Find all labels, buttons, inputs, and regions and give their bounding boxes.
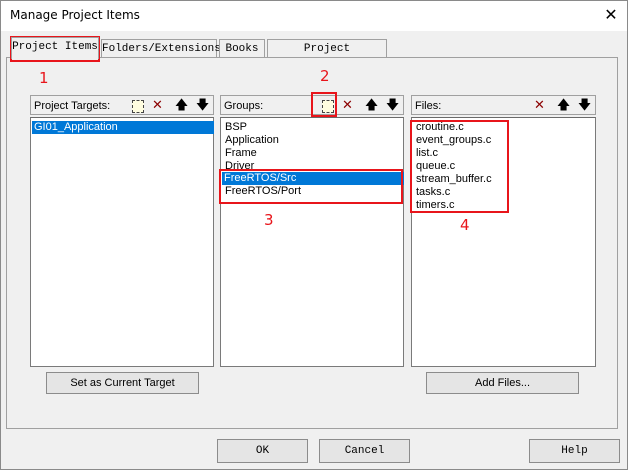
move-down-target-icon[interactable]: 🡇 bbox=[194, 97, 211, 114]
move-down-group-icon[interactable]: 🡇 bbox=[384, 97, 401, 114]
ok-button[interactable]: OK bbox=[217, 439, 308, 463]
files-label: Files: bbox=[415, 100, 442, 112]
list-item[interactable]: Application bbox=[223, 134, 281, 147]
delete-target-icon[interactable]: ✕ bbox=[149, 97, 166, 114]
cancel-button[interactable]: Cancel bbox=[319, 439, 410, 463]
list-item[interactable]: GI01_Application bbox=[32, 121, 214, 134]
list-item[interactable]: BSP bbox=[223, 121, 249, 134]
move-up-file-icon[interactable]: 🡅 bbox=[555, 97, 572, 114]
targets-label: Project Targets: bbox=[34, 100, 111, 112]
annotation-box-groups bbox=[219, 169, 403, 204]
groups-list[interactable]: BSP Application Frame Driver FreeRTOS/Sr… bbox=[220, 117, 404, 367]
help-button[interactable]: Help bbox=[529, 439, 620, 463]
tab-folders-extensions[interactable]: Folders/Extensions bbox=[101, 39, 221, 59]
add-files-button[interactable]: Add Files... bbox=[426, 372, 579, 394]
tab-project-items[interactable]: Project Items bbox=[11, 37, 99, 59]
annotation-number-3: 3 bbox=[264, 211, 274, 229]
list-item[interactable]: Frame bbox=[223, 147, 259, 160]
tab-books[interactable]: Books bbox=[219, 39, 265, 59]
delete-file-icon[interactable]: ✕ bbox=[531, 97, 548, 114]
annotation-box-files bbox=[410, 120, 509, 213]
new-target-icon[interactable] bbox=[129, 97, 146, 114]
groups-label: Groups: bbox=[224, 100, 264, 112]
targets-list[interactable]: GI01_Application bbox=[30, 117, 214, 367]
close-icon[interactable]: ✕ bbox=[600, 4, 622, 26]
tab-project-info-layer[interactable]: Project Info/Layer bbox=[267, 39, 387, 73]
targets-header: Project Targets: ✕ 🡅 🡇 bbox=[30, 95, 214, 115]
move-up-target-icon[interactable]: 🡅 bbox=[173, 97, 190, 114]
delete-group-icon[interactable]: ✕ bbox=[339, 97, 356, 114]
annotation-number-4: 4 bbox=[460, 216, 470, 234]
annotation-number-2: 2 bbox=[320, 67, 330, 85]
files-header: Files: ✕ 🡅 🡇 bbox=[411, 95, 596, 115]
annotation-number-1: 1 bbox=[39, 69, 49, 87]
move-up-group-icon[interactable]: 🡅 bbox=[363, 97, 380, 114]
set-current-target-button[interactable]: Set as Current Target bbox=[46, 372, 199, 394]
dialog-title: Manage Project Items bbox=[10, 8, 140, 22]
move-down-file-icon[interactable]: 🡇 bbox=[576, 97, 593, 114]
annotation-box-new-group bbox=[311, 92, 337, 117]
